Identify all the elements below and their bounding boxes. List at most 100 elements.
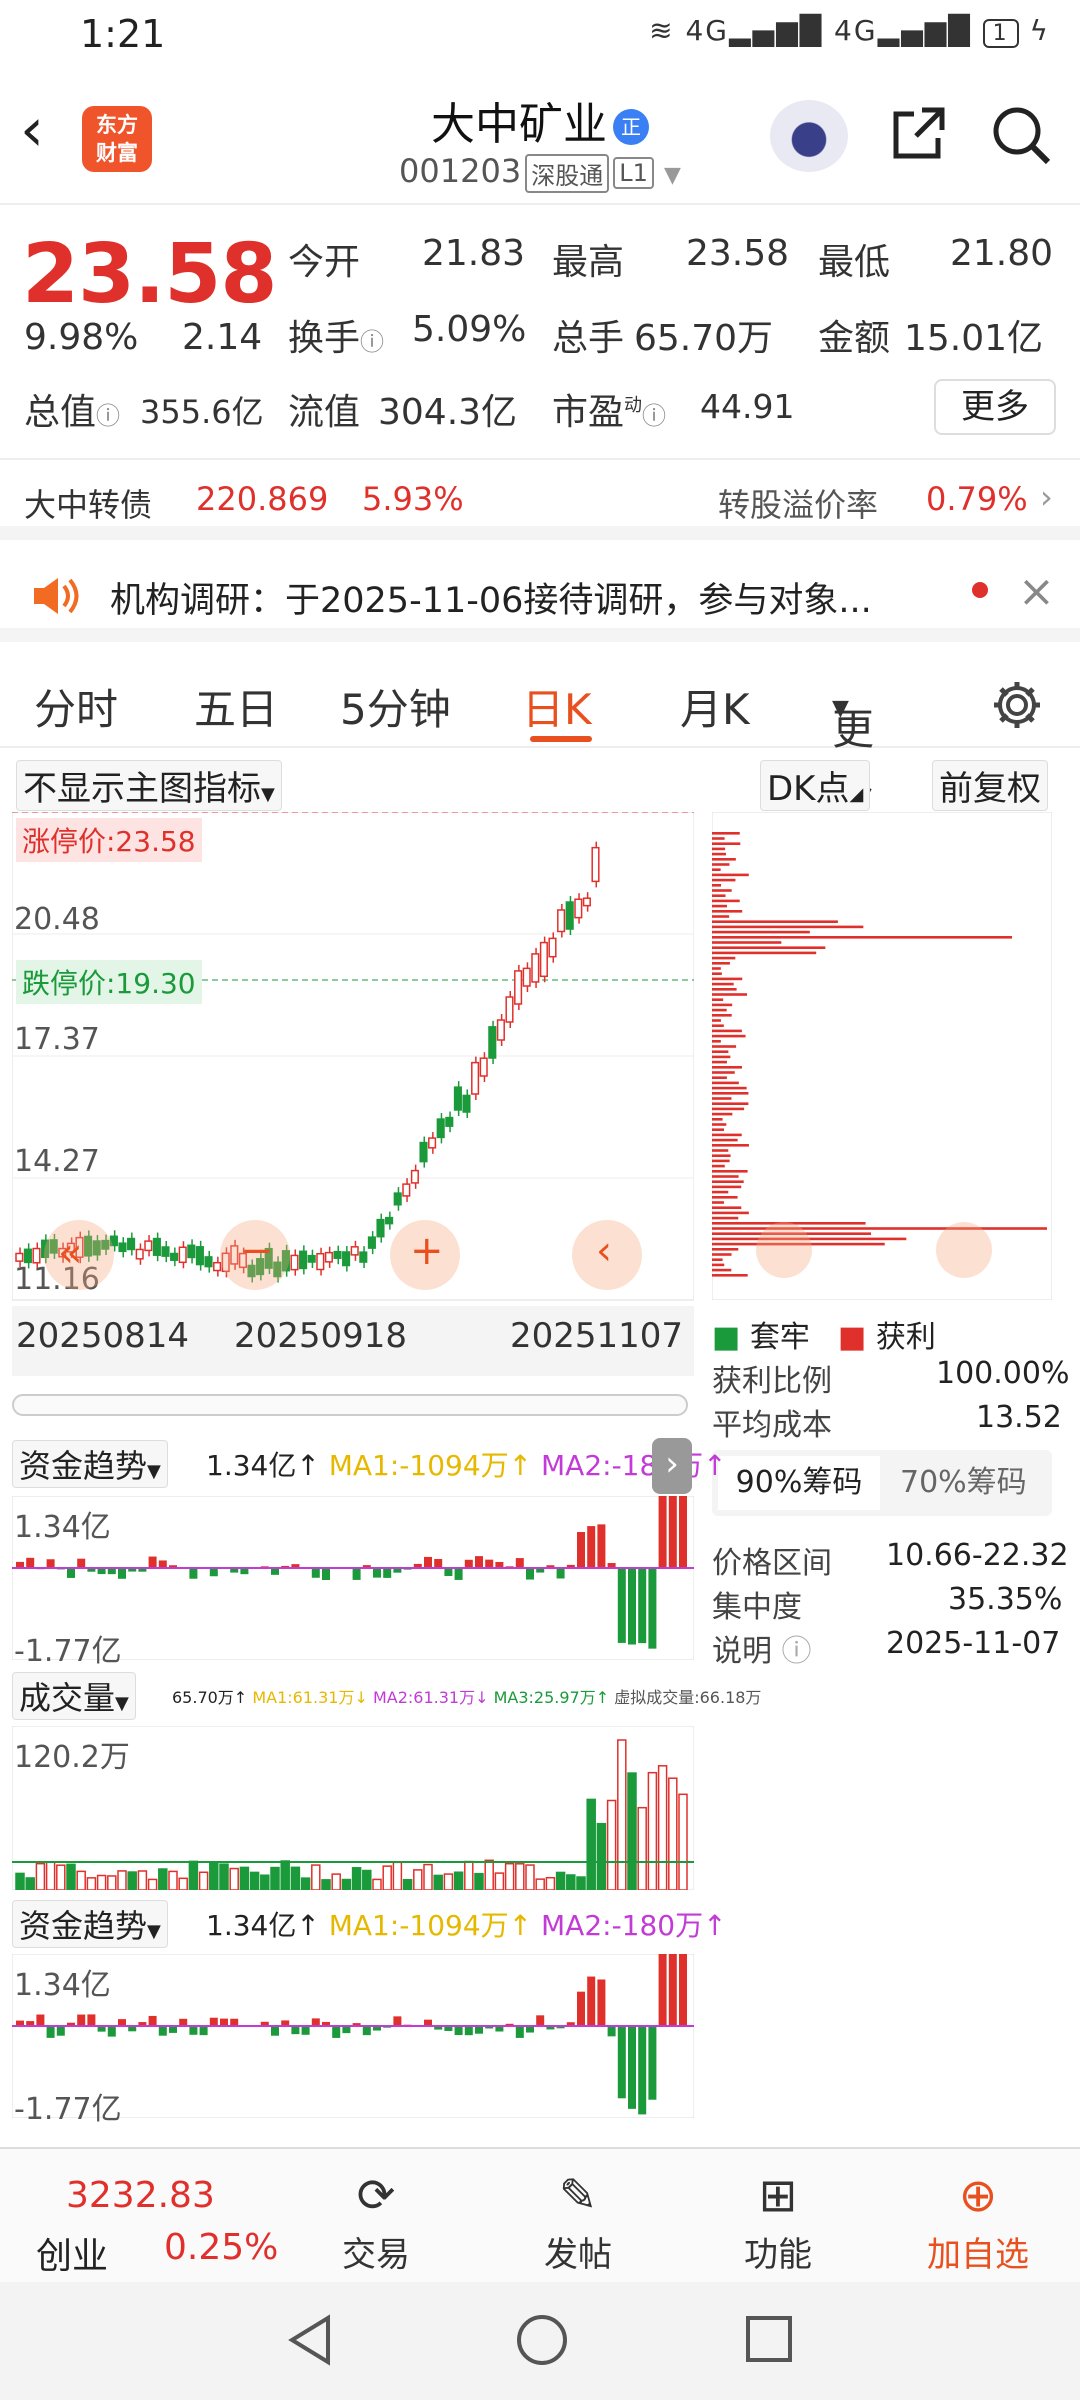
zoom-out-icon[interactable]: − — [220, 1220, 290, 1290]
volume-top-label: 120.2万 — [14, 1740, 130, 1775]
bond-pct: 5.93% — [362, 480, 464, 518]
fund-bar — [648, 2026, 657, 2100]
add-favorite-button[interactable]: ⊕ 加自选 — [908, 2163, 1048, 2276]
open-value: 21.83 — [422, 233, 526, 274]
nav-home-icon[interactable] — [514, 2312, 570, 2368]
volume-bar — [453, 1871, 464, 1890]
nav-recents-icon[interactable] — [744, 2314, 794, 2364]
convertible-bond-row[interactable]: 大中转债 220.869 5.93% 转股溢价率 0.79% › — [0, 458, 1080, 540]
volume-bar — [657, 1765, 668, 1890]
fund-bar — [56, 2026, 65, 2036]
tab-intraday[interactable]: 分时 — [34, 676, 118, 737]
functions-button[interactable]: ⊞ 功能 — [708, 2163, 848, 2276]
adjust-select[interactable]: 前复权 — [932, 760, 1048, 811]
fund-bar — [577, 1532, 585, 1568]
fund-bar — [424, 1556, 432, 1568]
fund2-values: 1.34亿↑ MA1:-1094万↑ MA2:-180万↑ — [206, 1909, 727, 1942]
fund-bar — [638, 1568, 647, 1644]
high-label: 最高 — [552, 242, 625, 283]
share-icon[interactable] — [888, 104, 948, 164]
legend-profit: ■ 获利 — [838, 1320, 936, 1355]
fund-trend-select-1[interactable]: 资金趋势▼ — [12, 1440, 168, 1488]
fund-trend-select-2[interactable]: 资金趋势▼ — [12, 1900, 168, 1948]
chip-bar — [712, 967, 721, 970]
post-button[interactable]: ✎ 发帖 — [508, 2163, 648, 2276]
volume-bar — [637, 1806, 647, 1890]
chip-bar — [712, 837, 725, 840]
fund2-bottom-label: -1.77亿 — [14, 2092, 122, 2127]
zheng-badge-icon: 正 — [613, 109, 649, 145]
chip-bar — [712, 946, 826, 949]
note-label: 说明 ⓘ — [712, 1634, 812, 1669]
candle — [436, 1118, 445, 1139]
fund-bar — [454, 1568, 463, 1580]
fund-bar — [628, 1568, 636, 1645]
mcap-value: 355.6亿 — [140, 393, 264, 431]
expand-arrow-icon[interactable]: › — [652, 1438, 692, 1494]
volume-bar — [76, 1870, 86, 1890]
fund-bar — [597, 1524, 606, 1568]
double-left-arrow-icon[interactable]: « — [44, 1220, 114, 1290]
chip-bar — [712, 941, 782, 944]
volume-bar — [382, 1865, 392, 1890]
notice-bar[interactable]: 机构调研：于2025-11-06接待调研，参与对象... × — [0, 552, 1080, 642]
nav-back-icon[interactable] — [284, 2312, 336, 2368]
candle — [514, 970, 523, 1005]
change-percent: 9.98% — [24, 317, 139, 358]
chip-bar — [712, 1003, 733, 1007]
candle — [152, 1237, 161, 1256]
open-label: 今开 — [288, 242, 361, 283]
x-label-2: 20250918 — [234, 1316, 408, 1356]
search-icon[interactable] — [990, 104, 1052, 166]
pe-label: 市盈动ⓘ — [552, 392, 667, 433]
candle — [428, 1137, 437, 1149]
tab-five-day[interactable]: 五日 — [194, 676, 278, 737]
fund-bar — [485, 1559, 494, 1568]
tab-monthly-k[interactable]: 月K — [680, 676, 750, 737]
tab-70-chips[interactable]: 70%筹码 — [900, 1456, 1027, 1510]
fund2-top-label: 1.34亿 — [14, 1968, 111, 2003]
volume-bar — [25, 1877, 35, 1890]
candle — [127, 1237, 136, 1251]
volume-bar — [107, 1875, 117, 1890]
more-button[interactable]: 更多 — [934, 379, 1056, 435]
range-scrollbar[interactable] — [12, 1394, 688, 1416]
candle — [204, 1256, 213, 1268]
zoom-in-icon[interactable]: + — [390, 1220, 460, 1290]
chip-distribution-chart[interactable] — [712, 812, 1052, 1300]
tab-90-chips[interactable]: 90%筹码 — [718, 1456, 880, 1510]
volume-bar — [402, 1878, 413, 1890]
volume-bar — [86, 1877, 97, 1890]
legend-trapped: ■ 套牢 — [712, 1320, 810, 1355]
trade-button[interactable]: ⟳ 交易 — [306, 2163, 446, 2276]
volume-bar — [158, 1868, 168, 1890]
volume-bar — [617, 1739, 627, 1890]
volume-bar — [443, 1873, 454, 1890]
pe-value: 44.91 — [700, 387, 795, 426]
candle — [385, 1216, 394, 1225]
close-icon[interactable]: × — [1018, 566, 1055, 617]
candle — [410, 1169, 419, 1184]
tab-5min[interactable]: 5分钟 — [340, 676, 451, 737]
fund-bar — [107, 2026, 116, 2037]
tab-daily-k[interactable]: 日K — [522, 676, 592, 737]
fund-bar — [352, 1568, 361, 1580]
volume-bar — [678, 1793, 688, 1890]
left-arrow-icon[interactable]: ‹ — [572, 1220, 642, 1290]
volume-bar — [66, 1863, 76, 1890]
volume-bar — [321, 1879, 331, 1890]
volume-select[interactable]: 成交量▼ — [12, 1672, 136, 1720]
info-icon: ⓘ — [781, 1634, 812, 1669]
settings-gear-icon[interactable] — [990, 678, 1044, 732]
fund-bar — [679, 1496, 687, 1568]
notice-text: 机构调研：于2025-11-06接待调研，参与对象... — [110, 581, 872, 621]
ai-assistant-icon[interactable] — [770, 100, 848, 172]
dk-point-select[interactable]: DK点◢ — [760, 760, 871, 811]
main-indicator-select[interactable]: 不显示主图指标▼ — [16, 760, 282, 811]
chip-bar — [712, 1190, 729, 1194]
candle — [531, 953, 540, 983]
fund-bar — [271, 1568, 279, 1575]
fund-bar — [291, 2026, 300, 2035]
fund-bar — [158, 2026, 167, 2036]
chip-bar — [712, 1180, 744, 1183]
